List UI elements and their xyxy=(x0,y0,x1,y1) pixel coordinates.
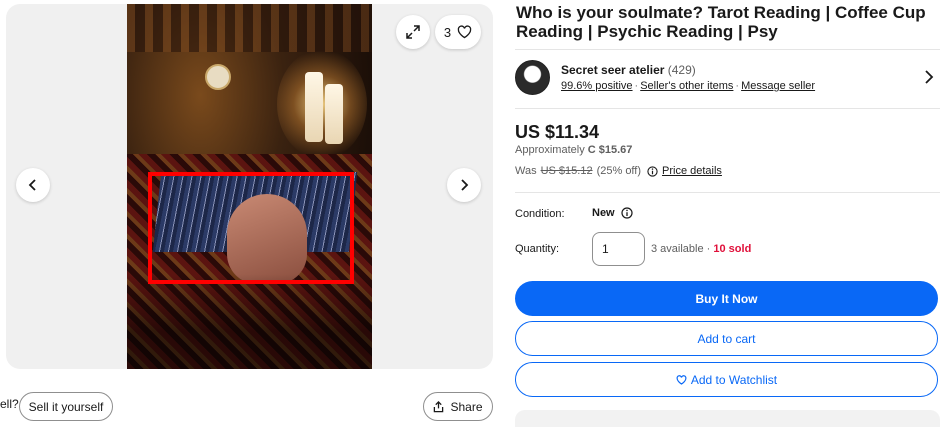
quantity-input[interactable] xyxy=(592,232,645,266)
buy-it-now-label: Buy It Now xyxy=(695,291,758,306)
was-price-row: Was US $15.12 (25% off) Price details xyxy=(515,165,722,177)
sell-it-yourself-button[interactable]: Sell it yourself xyxy=(19,392,113,421)
available-count: 3 available · xyxy=(651,243,711,255)
seller-other-items-link[interactable]: Seller's other items xyxy=(640,80,733,92)
photo-shadow xyxy=(127,274,372,369)
sell-prompt-text: ell? xyxy=(0,397,19,411)
seller-card[interactable]: Secret seer atelier (429) 99.6% positive… xyxy=(515,60,940,98)
approx-value: C $15.67 xyxy=(587,144,633,156)
next-image-button[interactable] xyxy=(447,168,481,202)
share-button[interactable]: Share xyxy=(423,392,493,421)
seller-positive-link[interactable]: 99.6% positive xyxy=(561,80,633,92)
heart-icon xyxy=(457,25,472,39)
expand-icon xyxy=(406,25,420,39)
was-prefix: Was xyxy=(515,165,537,177)
sell-it-yourself-label: Sell it yourself xyxy=(28,399,104,414)
price: US $11.34 xyxy=(515,122,600,142)
condition-value: New xyxy=(592,207,615,219)
listing-title: Who is your soulmate? Tarot Reading | Co… xyxy=(516,3,926,41)
add-to-watchlist-button[interactable]: Add to Watchlist xyxy=(515,362,938,397)
add-to-cart-label: Add to cart xyxy=(697,331,756,346)
buy-it-now-button[interactable]: Buy It Now xyxy=(515,281,938,316)
message-seller-link[interactable]: Message seller xyxy=(741,80,815,92)
seller-links: 99.6% positive · Seller's other items · Mess… xyxy=(561,80,816,92)
photo-candle xyxy=(305,72,323,142)
share-label: Share xyxy=(450,399,483,414)
availability: 3 available · 10 sold xyxy=(651,243,751,255)
discount: (25% off) xyxy=(596,165,642,177)
condition-label: Condition: xyxy=(515,208,565,220)
price-details-link[interactable]: Price details xyxy=(662,165,722,177)
was-price: US $15.12 xyxy=(540,165,593,177)
chevron-right-icon xyxy=(461,179,469,191)
add-to-cart-button[interactable]: Add to cart xyxy=(515,321,938,356)
approx-prefix: Approximately xyxy=(515,144,585,156)
divider xyxy=(515,49,940,50)
seller-name[interactable]: Secret seer atelier xyxy=(561,63,664,77)
sold-count: 10 sold xyxy=(713,243,752,255)
seller-feedback-count: (429) xyxy=(667,63,696,77)
bottom-section-peek xyxy=(515,410,940,427)
approx-price: Approximately C $15.67 xyxy=(515,144,632,156)
watch-count-button[interactable]: 3 xyxy=(435,15,481,49)
chevron-left-icon xyxy=(28,179,36,191)
seller-avatar[interactable] xyxy=(515,60,550,95)
seller-name-row: Secret seer atelier (429) xyxy=(561,63,696,77)
watch-count: 3 xyxy=(443,24,452,40)
info-icon[interactable] xyxy=(621,207,633,219)
quantity-label: Quantity: xyxy=(515,243,560,255)
condition-value-row: New xyxy=(592,207,633,219)
chevron-right-icon[interactable] xyxy=(924,70,934,84)
heart-icon xyxy=(676,374,687,385)
photo-shelf xyxy=(127,4,372,52)
photo-candle xyxy=(325,84,343,144)
highlight-box xyxy=(148,172,354,284)
add-to-watchlist-label: Add to Watchlist xyxy=(690,372,778,387)
divider xyxy=(515,108,940,109)
expand-button[interactable] xyxy=(396,15,430,49)
info-icon[interactable] xyxy=(647,165,658,177)
divider xyxy=(515,192,940,193)
previous-image-button[interactable] xyxy=(16,168,50,202)
photo-clock xyxy=(205,64,231,90)
share-icon xyxy=(434,400,444,412)
